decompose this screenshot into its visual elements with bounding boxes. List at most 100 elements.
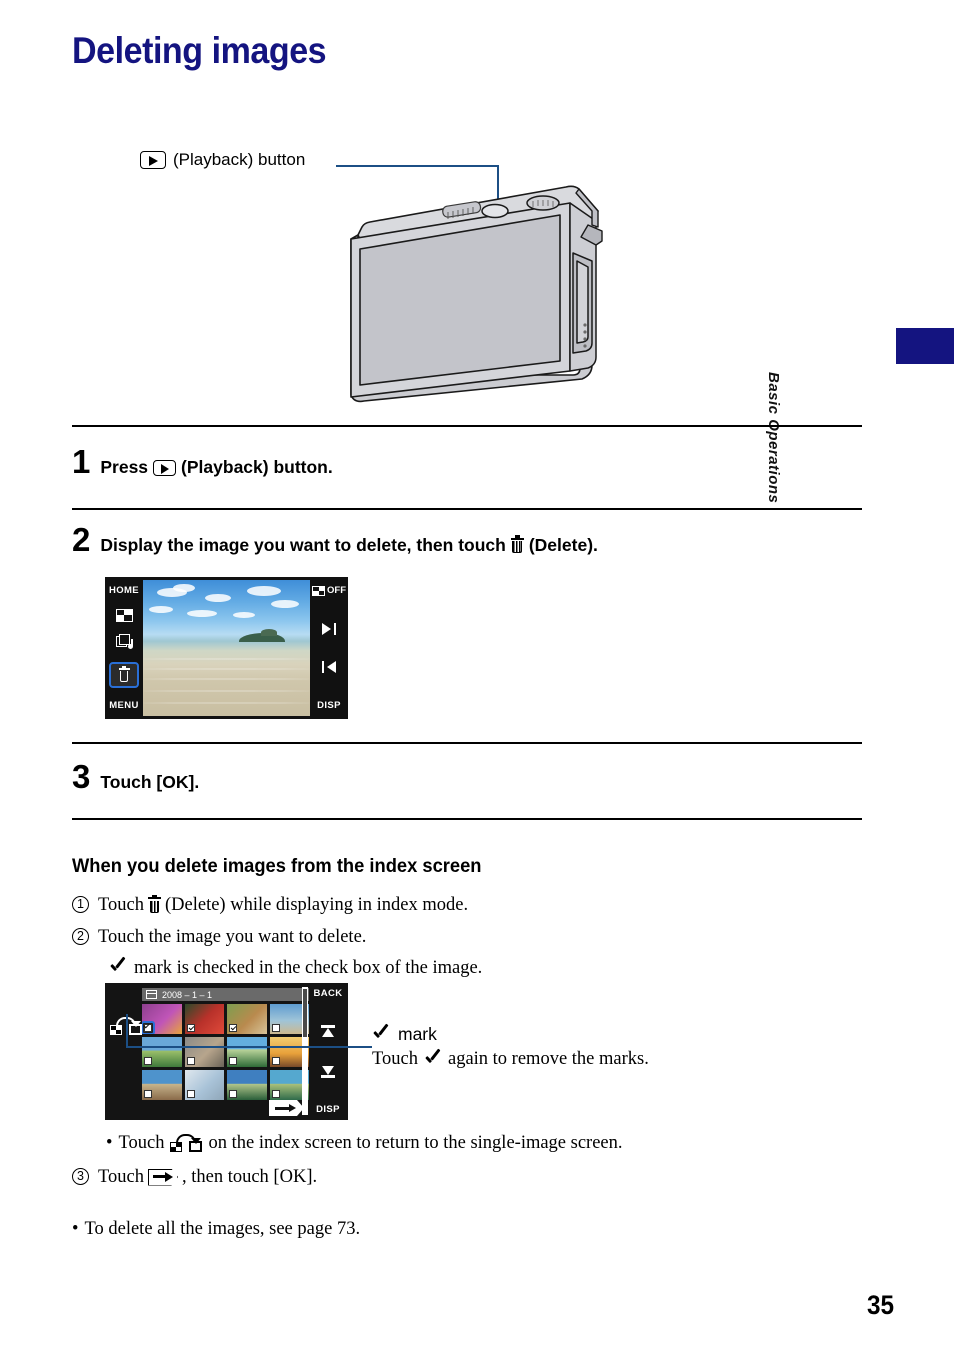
bullet-dot: • — [72, 1219, 79, 1239]
list-item-3-post: , then touch [OK]. — [181, 1167, 318, 1187]
list-item-1-text: Touch (Delete) while displaying in index… — [98, 890, 468, 920]
list-item-2-number: 2 — [72, 928, 89, 945]
page-number: 35 — [866, 1290, 894, 1320]
callout-leader-line — [336, 165, 499, 167]
thumbnail-10[interactable] — [184, 1070, 224, 1100]
list-item-2: 2 Touch the image you want to delete. — [72, 922, 832, 952]
lcd-index-disp-button[interactable]: DISP — [316, 1104, 340, 1115]
lcd-menu-button[interactable]: MENU — [109, 700, 139, 711]
lcd-home-button[interactable]: HOME — [109, 585, 139, 596]
lcd-index-screen: 2008 – 1 – 1 BACK DISP — [105, 983, 348, 1120]
list-item-3-pre: Touch — [98, 1167, 144, 1187]
bullet-return-pre: Touch — [118, 1133, 165, 1153]
step-2-text: Display the image you want to delete, th… — [100, 535, 598, 556]
divider-step1-step2 — [72, 508, 862, 510]
thumbnail-5-checkbox[interactable] — [144, 1057, 152, 1065]
slideshow-icon[interactable] — [115, 634, 133, 649]
lcd-index-date-label: 2008 – 1 – 1 — [162, 989, 213, 1000]
section-tab-label: Basic Operations — [765, 372, 782, 504]
return-to-single-icon — [170, 1134, 203, 1152]
index-delete-instructions: 1 Touch (Delete) while displaying in ind… — [72, 890, 832, 982]
step-2: 2 Display the image you want to delete, … — [72, 523, 598, 556]
step-1-number: 1 — [72, 443, 91, 480]
lcd-index-scrollbar-thumb — [303, 989, 307, 1037]
lcd-index-thumbnail-grid — [142, 1004, 309, 1100]
thumbnail-11-checkbox[interactable] — [229, 1090, 237, 1098]
lcd-index-confirm-arrow-button[interactable] — [269, 1100, 304, 1116]
playback-icon — [140, 151, 166, 169]
thumbnail-3-checkbox[interactable] — [229, 1024, 237, 1032]
thumbnail-3[interactable] — [227, 1004, 267, 1034]
thumbnail-1[interactable] — [142, 1004, 182, 1034]
thumbnail-8-checkbox[interactable] — [271, 1057, 280, 1065]
divider-top — [72, 425, 862, 427]
list-item-3-number: 3 — [72, 1168, 89, 1185]
previous-image-icon[interactable] — [321, 661, 337, 674]
bullet-delete-all: • To delete all the images, see page 73. — [72, 1214, 862, 1244]
list-item-3-text: Touch , then touch [OK]. — [98, 1162, 317, 1192]
check-mark-icon — [372, 1027, 390, 1043]
list-item-1-pre: Touch — [98, 895, 144, 915]
index-delete-instructions-continued: • Touch on the index screen to return to… — [72, 1128, 862, 1244]
thumbnail-7[interactable] — [227, 1037, 267, 1067]
section-subheading: When you delete images from the index sc… — [72, 855, 482, 877]
list-item-2-subline-text: mark is checked in the check box of the … — [134, 958, 483, 978]
burst-off-label: OFF — [327, 585, 346, 596]
thumbnail-2[interactable] — [184, 1004, 224, 1034]
page-title: Deleting images — [72, 30, 327, 71]
lcd-delete-button-highlighted[interactable] — [109, 661, 139, 688]
thumbnail-12-checkbox[interactable] — [271, 1090, 280, 1098]
step-1-text-pre: Press — [100, 457, 149, 477]
thumbnail-10-checkbox[interactable] — [186, 1090, 195, 1098]
bullet-return-post: on the index screen to return to the sin… — [208, 1133, 623, 1153]
step-3-number: 3 — [72, 758, 91, 795]
mark-note-line1: mark — [372, 1024, 649, 1045]
list-item-2-subline: mark is checked in the check box of the … — [109, 954, 832, 982]
lcd-single-image-screen: HOME MENU OFF DISP — [105, 577, 348, 719]
lcd-photo-island-peak — [261, 629, 277, 636]
thumbnail-11[interactable] — [227, 1070, 267, 1100]
mark-note-line2-post: again to remove the marks. — [447, 1049, 649, 1069]
camera-illustration — [330, 175, 620, 430]
thumbnail-1-checkbox-highlighted[interactable] — [142, 1021, 155, 1034]
divider-step2-step3 — [72, 742, 862, 744]
lcd-index-right-controls: BACK DISP — [308, 983, 348, 1120]
thumbnail-2-checkbox[interactable] — [186, 1024, 195, 1032]
step-1-text: Press (Playback) button. — [100, 457, 332, 478]
lcd-index-back-button[interactable]: BACK — [313, 988, 342, 999]
list-item-2-text: Touch the image you want to delete. — [98, 927, 367, 947]
mark-note-line1-text: mark — [398, 1024, 437, 1044]
thumbnail-5[interactable] — [142, 1037, 182, 1067]
thumbnail-6-checkbox[interactable] — [186, 1057, 195, 1065]
index-grid-icon[interactable] — [115, 608, 133, 622]
trash-icon — [510, 535, 524, 554]
thumbnail-4-checkbox[interactable] — [271, 1024, 280, 1032]
burst-off-icon[interactable]: OFF — [312, 585, 346, 596]
list-item-1: 1 Touch (Delete) while displaying in ind… — [72, 890, 832, 920]
step-3: 3 Touch [OK]. — [72, 760, 199, 793]
lcd-photo-beach — [143, 580, 310, 716]
lcd-right-controls: OFF DISP — [310, 577, 348, 719]
scroll-up-icon[interactable] — [321, 1025, 335, 1038]
lcd-disp-button[interactable]: DISP — [317, 700, 341, 711]
bullet-return-to-single: • Touch on the index screen to return to… — [106, 1128, 862, 1158]
scroll-down-icon[interactable] — [321, 1065, 335, 1078]
check-mark-icon — [424, 1052, 442, 1068]
step-1: 1 Press (Playback) button. — [72, 445, 333, 478]
thumbnail-9-checkbox[interactable] — [144, 1090, 152, 1098]
thumbnail-9[interactable] — [142, 1070, 182, 1100]
step-1-text-post: (Playback) button. — [181, 457, 333, 477]
mark-note-line2: Touch again to remove the marks. — [372, 1049, 649, 1070]
mark-note-leader-line — [126, 1046, 372, 1048]
thumbnail-6[interactable] — [184, 1037, 224, 1067]
step-2-number: 2 — [72, 521, 91, 558]
trash-icon — [147, 894, 161, 913]
check-mark-icon — [109, 960, 127, 976]
step-2-text-post: (Delete). — [528, 535, 598, 555]
arrow-right-icon — [147, 1168, 178, 1186]
next-image-icon[interactable] — [321, 622, 337, 635]
list-item-3: 3 Touch , then touch [OK]. — [72, 1162, 862, 1192]
section-tab-marker — [896, 328, 954, 364]
thumbnail-7-checkbox[interactable] — [229, 1057, 237, 1065]
step-3-text: Touch [OK]. — [100, 772, 200, 792]
